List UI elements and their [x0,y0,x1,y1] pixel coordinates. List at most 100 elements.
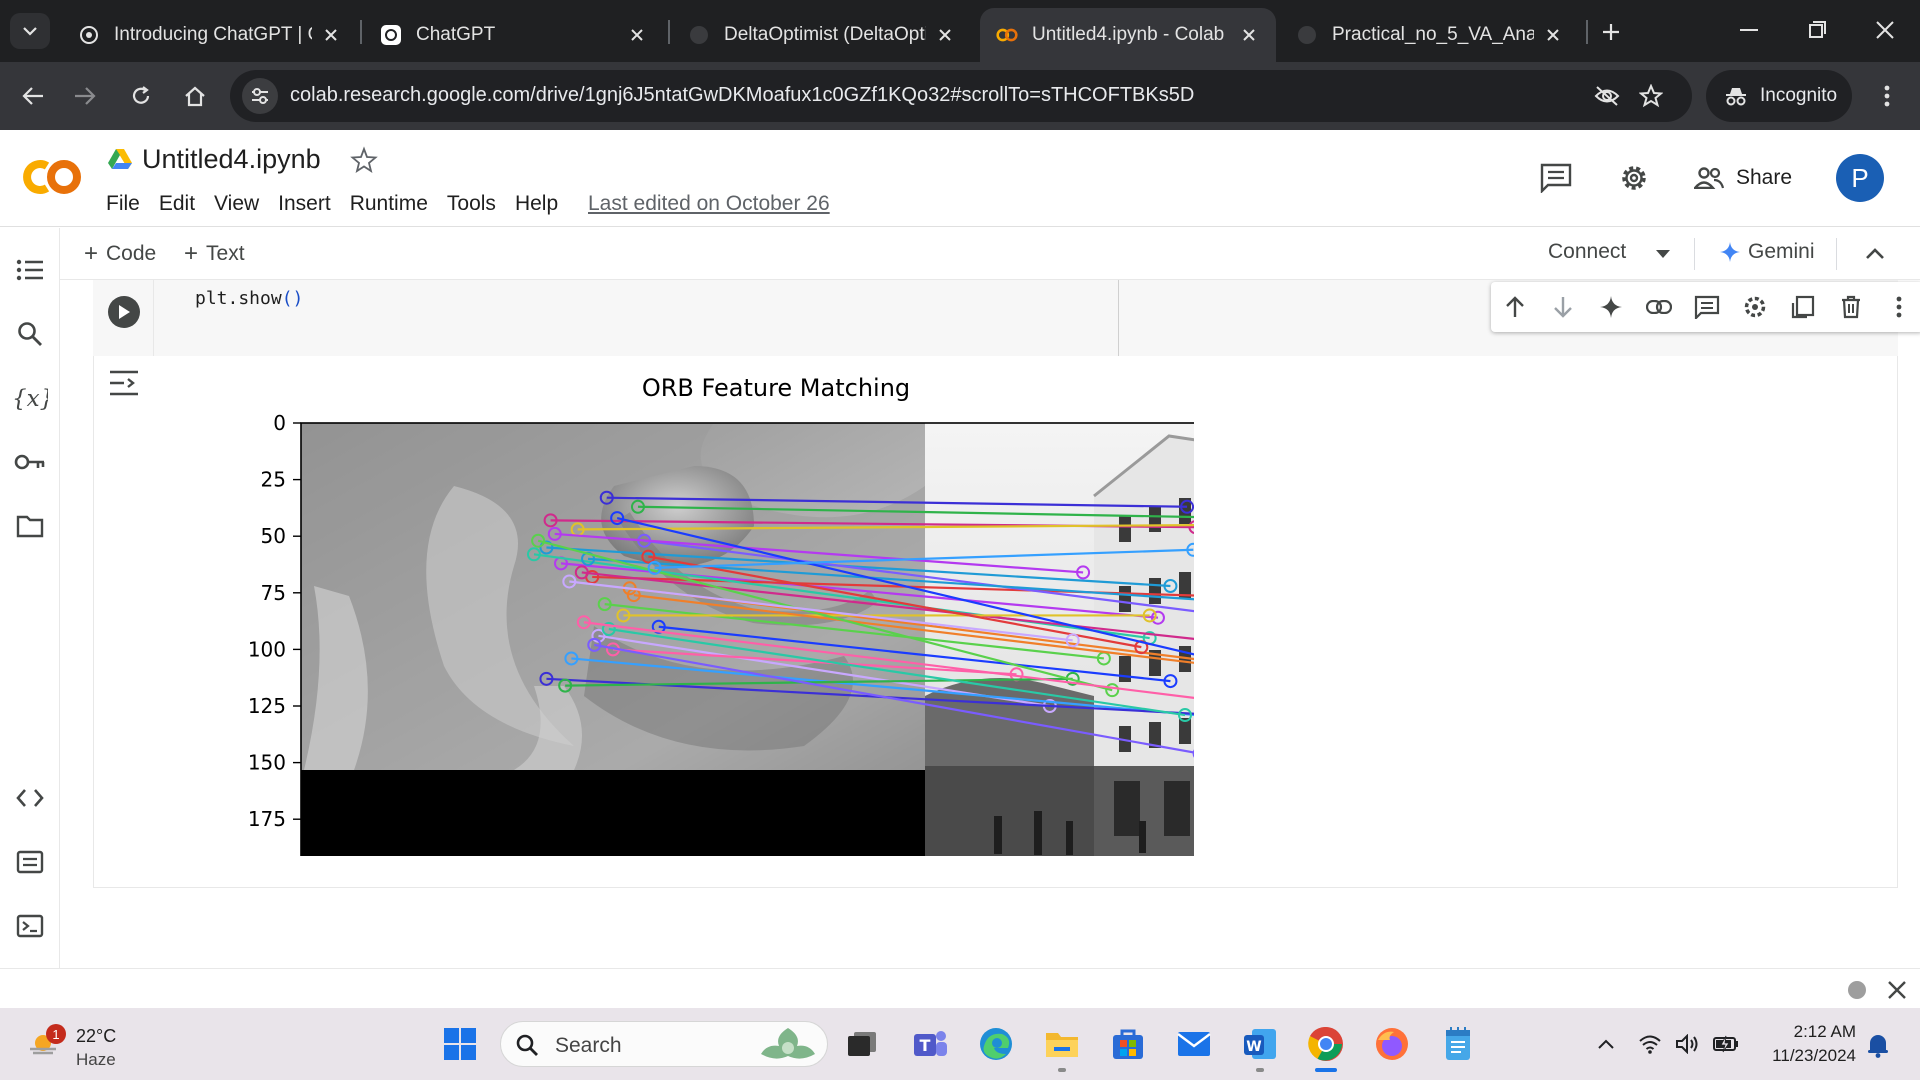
close-tab-icon[interactable] [320,24,342,46]
browser-tab[interactable]: DeltaOptimist (DeltaOpti [672,8,972,62]
firefox-icon[interactable] [1370,1022,1414,1066]
new-tab-button[interactable] [1595,16,1627,48]
minimize-button[interactable] [1726,12,1772,48]
colab-logo-icon[interactable] [20,154,84,200]
command-palette-icon[interactable] [12,844,48,880]
account-avatar[interactable]: P [1836,154,1884,202]
gemini-button[interactable]: Gemini [1720,240,1815,264]
microsoft-word-icon[interactable]: W [1238,1022,1282,1066]
connect-button[interactable]: Connect [1548,240,1626,264]
collapse-header-button[interactable] [1860,240,1890,268]
code-cell[interactable]: plt.show() [93,280,1920,356]
site-info-button[interactable] [242,78,278,114]
y-tick-label: 150 [248,751,286,775]
plus-icon: + [184,240,199,267]
gemini-sparkle-icon[interactable] [1597,293,1625,321]
weather-widget[interactable]: 1 22°C Haze [20,1020,130,1069]
variables-icon[interactable]: {x} [12,380,48,416]
menu-help[interactable]: Help [515,192,558,216]
task-view-icon[interactable] [840,1022,884,1066]
google-drive-icon[interactable] [108,148,132,170]
browser-tab[interactable]: Introducing ChatGPT | Op [62,8,358,62]
volume-icon[interactable] [1674,1030,1702,1058]
browser-tab[interactable]: ChatGPT [364,8,664,62]
y-axis: 0 25 50 75 100 125 150 175 [248,411,301,831]
notepad-icon[interactable] [1436,1022,1480,1066]
settings-gear-icon[interactable] [1616,160,1652,196]
add-code-button[interactable]: + Code [84,240,156,268]
microsoft-teams-icon[interactable]: T [908,1022,952,1066]
show-hidden-icons-chevron-up-icon[interactable] [1592,1030,1620,1058]
incognito-badge[interactable]: Incognito [1706,70,1852,122]
tab-search-button[interactable] [10,13,50,49]
browser-tab[interactable]: Practical_no_5_VA_Analyt [1280,8,1580,62]
table-of-contents-icon[interactable] [12,252,48,288]
code-snippets-icon[interactable] [12,780,48,816]
mail-icon[interactable] [1172,1022,1216,1066]
gemini-label: Gemini [1748,240,1815,263]
cell-action-toolbar [1491,282,1920,332]
delete-trash-icon[interactable] [1837,293,1865,321]
back-button[interactable] [14,77,52,115]
terminal-icon[interactable] [12,908,48,944]
search-icon[interactable] [12,316,48,352]
run-cell-button[interactable] [108,296,140,328]
files-folder-icon[interactable] [12,508,48,544]
comments-icon[interactable] [1538,160,1574,196]
link-icon[interactable] [1645,293,1673,321]
caret-down-icon[interactable] [1652,246,1674,262]
cell-gutter [153,280,154,356]
share-button[interactable]: Share [1694,160,1792,196]
close-window-button[interactable] [1862,12,1908,48]
close-tab-icon[interactable] [1238,24,1260,46]
open-in-tab-icon[interactable] [1789,293,1817,321]
browser-menu-button[interactable] [1872,78,1902,114]
move-cell-down-icon[interactable] [1549,293,1577,321]
secrets-key-icon[interactable] [12,444,48,480]
add-text-button[interactable]: + Text [184,240,245,268]
browser-tab-active[interactable]: Untitled4.ipynb - Colab [980,8,1276,62]
menu-runtime[interactable]: Runtime [350,192,428,216]
move-cell-up-icon[interactable] [1501,293,1529,321]
menu-edit[interactable]: Edit [159,192,195,216]
editor-divider [1118,280,1119,356]
tune-icon [252,88,268,104]
taskbar-search[interactable]: Search [500,1021,828,1067]
forward-button[interactable] [66,77,104,115]
battery-charging-icon[interactable] [1712,1030,1740,1058]
notifications-bell-icon[interactable] [1866,1032,1890,1058]
reload-button[interactable] [122,77,160,115]
eye-off-icon[interactable] [1594,83,1620,109]
home-button[interactable] [176,77,214,115]
address-bar[interactable]: colab.research.google.com/drive/1gnj6J5n… [230,70,1692,122]
edge-browser-icon[interactable] [974,1022,1018,1066]
close-icon[interactable] [1886,979,1908,1001]
bookmark-star-icon[interactable] [1638,83,1664,109]
menu-tools[interactable]: Tools [447,192,496,216]
tab-divider [1586,20,1588,44]
output-actions-icon[interactable] [108,368,142,398]
close-tab-icon[interactable] [934,24,956,46]
menu-file[interactable]: File [106,192,140,216]
comment-icon[interactable] [1693,293,1721,321]
menu-view[interactable]: View [214,192,259,216]
restore-button[interactable] [1794,12,1840,48]
file-explorer-icon[interactable] [1040,1022,1084,1066]
chrome-icon[interactable] [1304,1022,1348,1066]
windows-start-icon[interactable] [438,1022,482,1066]
wifi-icon[interactable] [1636,1030,1664,1058]
cell-settings-gear-icon[interactable] [1741,293,1769,321]
y-tick-label: 75 [261,581,286,605]
star-icon[interactable] [350,146,378,174]
notebook-title[interactable]: Untitled4.ipynb [142,144,321,175]
microsoft-store-icon[interactable] [1106,1022,1150,1066]
code-line[interactable]: plt.show() [195,288,303,309]
close-tab-icon[interactable] [1542,24,1564,46]
menu-insert[interactable]: Insert [278,192,331,216]
close-tab-icon[interactable] [626,24,648,46]
last-edited-link[interactable]: Last edited on October 26 [588,192,830,216]
more-vert-icon[interactable] [1885,293,1913,321]
left-sidebar: {x} [0,228,60,968]
search-placeholder: Search [555,1034,622,1057]
system-clock[interactable]: 2:12 AM 11/23/2024 [1760,1020,1856,1068]
